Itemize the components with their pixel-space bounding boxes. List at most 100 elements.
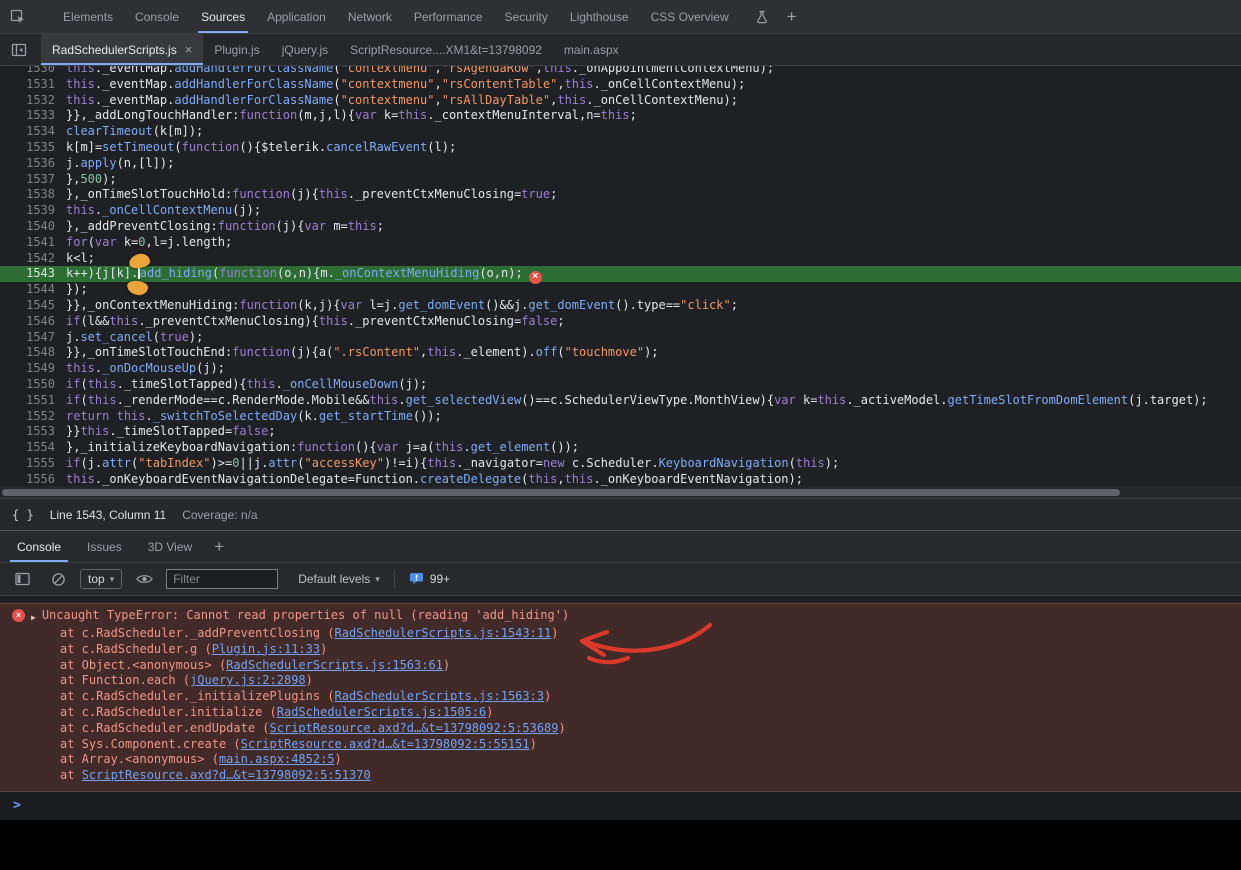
expand-triangle-icon[interactable]: ▶ xyxy=(31,610,36,626)
line-number[interactable]: 1535 xyxy=(0,140,66,156)
stack-link[interactable]: RadSchedulerScripts.js:1505:6 xyxy=(277,705,487,719)
close-tab-icon[interactable]: × xyxy=(185,42,193,57)
tab-security[interactable]: Security xyxy=(494,0,559,33)
code-line-1543[interactable]: 1543k++){j[k].add_hiding(function(o,n){m… xyxy=(0,266,1241,282)
code-line-1533[interactable]: 1533}},_addLongTouchHandler:function(m,j… xyxy=(0,108,1241,124)
line-number[interactable]: 1544 xyxy=(0,282,66,298)
file-tab-jquery-js[interactable]: jQuery.js xyxy=(271,34,339,65)
code-line-1536[interactable]: 1536j.apply(n,[l]); xyxy=(0,156,1241,172)
line-number[interactable]: 1536 xyxy=(0,156,66,172)
code-line-1545[interactable]: 1545}},_onContextMenuHiding:function(k,j… xyxy=(0,298,1241,314)
clear-console-icon[interactable] xyxy=(44,566,72,592)
more-tools-button[interactable]: + xyxy=(205,537,233,557)
code-line-1541[interactable]: 1541for(var k=0,l=j.length; xyxy=(0,235,1241,251)
code-line-1537[interactable]: 1537},500); xyxy=(0,172,1241,188)
pretty-print-button[interactable]: { } xyxy=(12,508,34,522)
code-line-1551[interactable]: 1551if(this._renderMode==c.RenderMode.Mo… xyxy=(0,393,1241,409)
line-number[interactable]: 1534 xyxy=(0,124,66,140)
code-line-1539[interactable]: 1539this._onCellContextMenu(j); xyxy=(0,203,1241,219)
code-line-1547[interactable]: 1547j.set_cancel(true); xyxy=(0,330,1241,346)
line-number[interactable]: 1541 xyxy=(0,235,66,251)
stack-link[interactable]: ScriptResource.axd?d…&t=13798092:5:55151 xyxy=(241,737,530,751)
code-token: this xyxy=(565,77,594,91)
drawer-tab-3d-view[interactable]: 3D View xyxy=(135,531,205,562)
tab-application[interactable]: Application xyxy=(256,0,337,33)
line-number[interactable]: 1550 xyxy=(0,377,66,393)
line-number[interactable]: 1542 xyxy=(0,251,66,267)
tab-elements[interactable]: Elements xyxy=(52,0,124,33)
line-number[interactable]: 1547 xyxy=(0,330,66,346)
horizontal-scrollbar[interactable] xyxy=(0,486,1241,498)
stack-link[interactable]: RadSchedulerScripts.js:1543:11 xyxy=(335,626,552,640)
tab-performance[interactable]: Performance xyxy=(403,0,494,33)
code-line-1555[interactable]: 1555if(j.attr("tabIndex")>=0||j.attr("ac… xyxy=(0,456,1241,472)
log-levels-dropdown[interactable]: Default levels ▾ xyxy=(298,572,380,586)
console-input[interactable] xyxy=(30,798,1241,813)
code-line-1535[interactable]: 1535k[m]=setTimeout(function(){$telerik.… xyxy=(0,140,1241,156)
tab-css-overview[interactable]: CSS Overview xyxy=(640,0,740,33)
tab-sources[interactable]: Sources xyxy=(190,0,256,33)
line-number[interactable]: 1554 xyxy=(0,440,66,456)
source-editor[interactable]: 1530this._eventMap.addHandlerForClassNam… xyxy=(0,66,1241,498)
tab-console[interactable]: Console xyxy=(124,0,190,33)
stack-link[interactable]: RadSchedulerScripts.js:1563:3 xyxy=(335,689,545,703)
line-number[interactable]: 1533 xyxy=(0,108,66,124)
code-line-1546[interactable]: 1546if(l&&this._preventCtxMenuClosing){t… xyxy=(0,314,1241,330)
line-number[interactable]: 1530 xyxy=(0,66,66,77)
line-number[interactable]: 1552 xyxy=(0,409,66,425)
stack-link[interactable]: jQuery.js:2:2898 xyxy=(190,673,306,687)
navigator-toggle-icon[interactable] xyxy=(5,37,33,63)
code-line-1531[interactable]: 1531this._eventMap.addHandlerForClassNam… xyxy=(0,77,1241,93)
code-line-1553[interactable]: 1553}}this._timeSlotTapped=false; xyxy=(0,424,1241,440)
line-number[interactable]: 1531 xyxy=(0,77,66,93)
stack-link[interactable]: main.aspx:4852:5 xyxy=(219,752,335,766)
inspect-icon[interactable] xyxy=(4,4,32,30)
stack-link[interactable]: RadSchedulerScripts.js:1563:61 xyxy=(226,658,443,672)
code-line-1552[interactable]: 1552return this._switchToSelectedDay(k.g… xyxy=(0,409,1241,425)
code-line-1530[interactable]: 1530this._eventMap.addHandlerForClassNam… xyxy=(0,66,1241,77)
stack-link[interactable]: ScriptResource.axd?d…&t=13798092:5:51370 xyxy=(82,768,371,782)
line-number[interactable]: 1555 xyxy=(0,456,66,472)
line-number[interactable]: 1538 xyxy=(0,187,66,203)
code-line-1554[interactable]: 1554},_initializeKeyboardNavigation:func… xyxy=(0,440,1241,456)
code-line-1549[interactable]: 1549this._onDocMouseUp(j); xyxy=(0,361,1241,377)
console-sidebar-icon[interactable] xyxy=(8,566,36,592)
drawer-tab-console[interactable]: Console xyxy=(4,531,74,562)
file-tab-plugin-js[interactable]: Plugin.js xyxy=(203,34,270,65)
line-number[interactable]: 1548 xyxy=(0,345,66,361)
line-number[interactable]: 1546 xyxy=(0,314,66,330)
line-number[interactable]: 1540 xyxy=(0,219,66,235)
tab-network[interactable]: Network xyxy=(337,0,403,33)
experiment-icon[interactable] xyxy=(748,4,776,30)
live-expression-eye-icon[interactable] xyxy=(130,566,158,592)
line-number[interactable]: 1537 xyxy=(0,172,66,188)
code-line-1540[interactable]: 1540},_addPreventClosing:function(j){var… xyxy=(0,219,1241,235)
issues-counter[interactable]: 99+ xyxy=(409,572,450,586)
line-number[interactable]: 1545 xyxy=(0,298,66,314)
stack-link[interactable]: Plugin.js:11:33 xyxy=(212,642,320,656)
file-tab-radschedulerscripts-js[interactable]: RadSchedulerScripts.js× xyxy=(41,34,203,65)
file-tab-scriptresource-xm1-t-13798092[interactable]: ScriptResource....XM1&t=13798092 xyxy=(339,34,553,65)
code-line-1532[interactable]: 1532this._eventMap.addHandlerForClassNam… xyxy=(0,93,1241,109)
code-line-1544[interactable]: 1544}); xyxy=(0,282,1241,298)
add-tab-button[interactable]: + xyxy=(778,7,806,27)
drawer-tab-issues[interactable]: Issues xyxy=(74,531,135,562)
stack-link[interactable]: ScriptResource.axd?d…&t=13798092:5:53689 xyxy=(270,721,559,735)
code-line-1542[interactable]: 1542k<l; xyxy=(0,251,1241,267)
context-selector[interactable]: top ▾ xyxy=(80,569,122,589)
code-line-1538[interactable]: 1538},_onTimeSlotTouchHold:function(j){t… xyxy=(0,187,1241,203)
console-filter-input[interactable] xyxy=(166,569,278,589)
line-number[interactable]: 1553 xyxy=(0,424,66,440)
code-line-1534[interactable]: 1534clearTimeout(k[m]); xyxy=(0,124,1241,140)
line-number[interactable]: 1532 xyxy=(0,93,66,109)
line-number[interactable]: 1539 xyxy=(0,203,66,219)
code-line-1550[interactable]: 1550if(this._timeSlotTapped){this._onCel… xyxy=(0,377,1241,393)
inline-error-icon[interactable]: × xyxy=(529,271,542,284)
line-number[interactable]: 1549 xyxy=(0,361,66,377)
scrollbar-thumb[interactable] xyxy=(2,489,1120,496)
line-number[interactable]: 1543 xyxy=(0,266,66,282)
file-tab-main-aspx[interactable]: main.aspx xyxy=(553,34,630,65)
tab-lighthouse[interactable]: Lighthouse xyxy=(559,0,640,33)
line-number[interactable]: 1551 xyxy=(0,393,66,409)
code-line-1548[interactable]: 1548}},_onTimeSlotTouchEnd:function(j){a… xyxy=(0,345,1241,361)
